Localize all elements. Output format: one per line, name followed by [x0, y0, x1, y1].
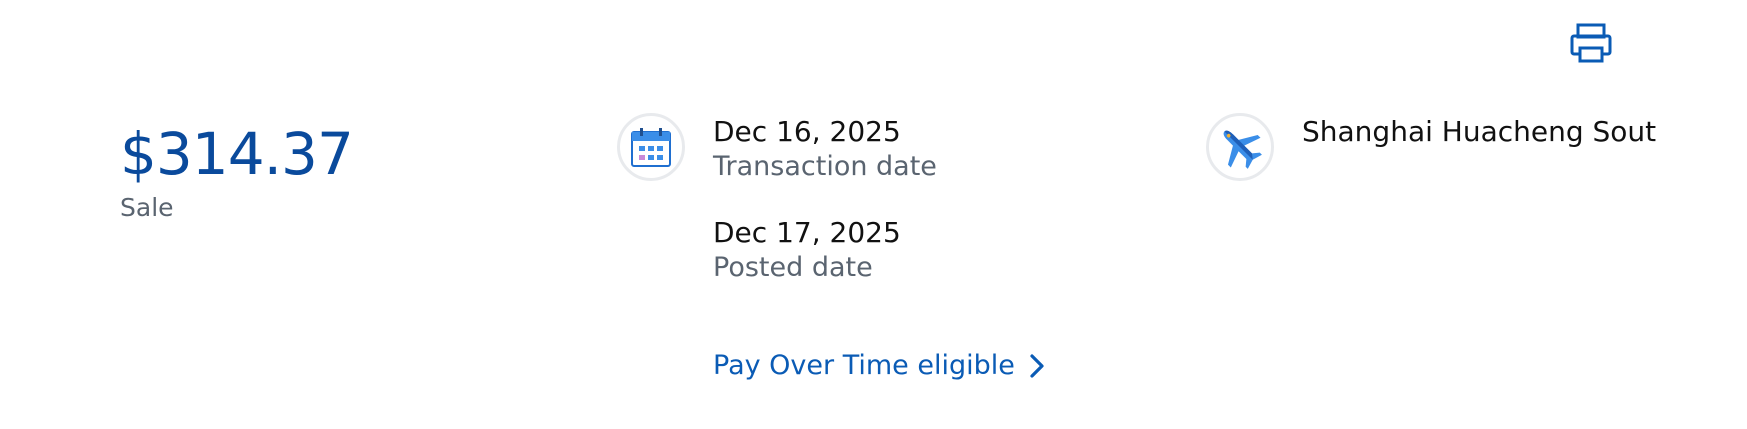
chevron-right-icon: [1029, 353, 1045, 379]
transaction-type: Sale: [120, 193, 174, 222]
posted-date-label: Posted date: [713, 252, 873, 283]
transaction-details: $314.37 Sale Dec 16, 2025 Transaction da…: [0, 0, 1747, 429]
transaction-date-label: Transaction date: [713, 151, 937, 182]
posted-date: Dec 17, 2025: [713, 216, 901, 249]
posted-date-block: Dec 17, 2025 Posted date: [713, 215, 901, 285]
pay-over-time-label: Pay Over Time eligible: [713, 350, 1015, 381]
airplane-icon-badge: [1206, 113, 1274, 181]
transaction-date-block: Dec 16, 2025 Transaction date: [713, 114, 937, 184]
pay-over-time-link[interactable]: Pay Over Time eligible: [713, 348, 1045, 384]
printer-icon: [1570, 23, 1612, 63]
amount-block: $314.37 Sale: [120, 120, 354, 224]
merchant-name: Shanghai Huacheng Sout: [1302, 115, 1657, 148]
calendar-icon: [631, 128, 671, 167]
airplane-icon: [1223, 130, 1262, 169]
transaction-amount: $314.37: [120, 120, 354, 188]
calendar-icon-badge: [617, 113, 685, 181]
transaction-date: Dec 16, 2025: [713, 115, 901, 148]
print-button[interactable]: [1568, 20, 1614, 66]
